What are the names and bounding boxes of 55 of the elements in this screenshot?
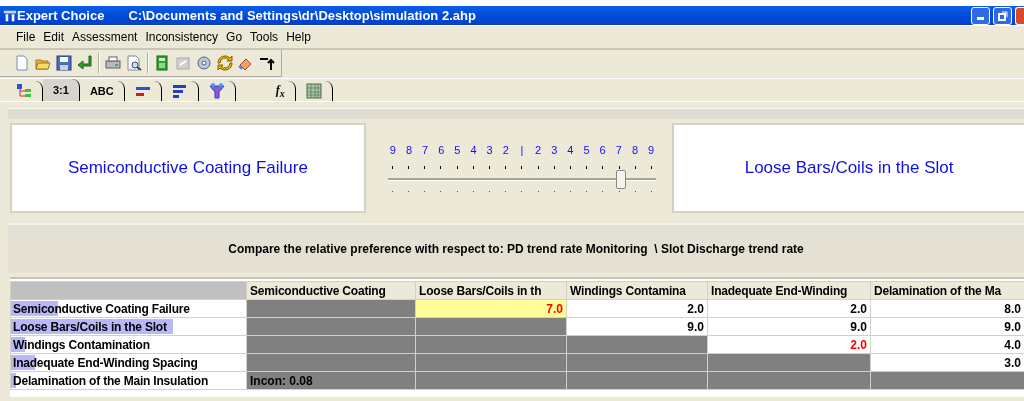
column-header: Delamination of the Ma xyxy=(870,281,1024,300)
column-header: Semiconductive Coating xyxy=(246,281,416,300)
menu-item[interactable]: Tools xyxy=(246,30,283,44)
menu-item[interactable]: Go xyxy=(222,30,247,44)
print-preview-icon[interactable] xyxy=(126,55,142,71)
menu-item[interactable]: Edit xyxy=(39,30,69,44)
right-criterion: Loose Bars/Coils in the Slot xyxy=(672,123,1024,213)
column-header: Loose Bars/Coils in th xyxy=(415,281,567,300)
scale-label: 4 xyxy=(566,144,575,156)
comparison-question: Compare the relative preference with respect to: PD trend rate Monitoring \ Slot Discharge trend rate xyxy=(228,242,804,256)
printer-icon[interactable] xyxy=(105,55,121,71)
tab[interactable]: f$_{x}$ xyxy=(265,81,296,101)
grid-icon xyxy=(305,83,322,99)
scale-label: 8 xyxy=(404,144,414,156)
app-icon[interactable] xyxy=(3,8,17,23)
scale-label: 4 xyxy=(469,144,478,156)
slider-thumb[interactable] xyxy=(616,170,627,189)
scale-label: 6 xyxy=(437,144,446,156)
close-button[interactable] xyxy=(1015,6,1024,25)
column-header: Windings Contamina xyxy=(566,281,708,300)
restore-button[interactable] xyxy=(993,6,1012,25)
restore-icon xyxy=(997,10,1008,21)
scale-label: 7 xyxy=(421,144,430,156)
menu-item[interactable]: Inconsistency xyxy=(141,30,223,44)
scale-label: 3 xyxy=(485,144,494,156)
scale-label: 2 xyxy=(501,144,510,156)
menu-item[interactable]: Help xyxy=(282,30,315,44)
scale-label: 9 xyxy=(388,144,397,156)
scale-label: 3 xyxy=(550,144,559,156)
scale-label: 6 xyxy=(598,144,607,156)
menu-item[interactable]: File xyxy=(12,30,40,44)
bar-chart-icon xyxy=(171,83,188,99)
enter-arrow-icon[interactable] xyxy=(77,55,93,71)
arrow-icon[interactable] xyxy=(259,55,275,71)
file-path: C:\Documents and Settings\dr\Desktop\simulation 2.ahp xyxy=(128,8,476,23)
app-title: Expert Choice xyxy=(17,8,105,23)
scale-label: 9 xyxy=(647,144,656,156)
scale-label: | xyxy=(519,144,525,156)
funnel-icon xyxy=(208,83,225,99)
save-icon[interactable] xyxy=(56,55,72,71)
minimize-button[interactable] xyxy=(971,6,990,25)
scale-label: 5 xyxy=(582,144,591,156)
menu-item[interactable]: Assessment xyxy=(68,30,142,44)
scale-label: 5 xyxy=(453,144,462,156)
scale-label: 2 xyxy=(534,144,543,156)
refresh-icon[interactable] xyxy=(217,55,233,71)
left-criterion: Semiconductive Coating Failure xyxy=(10,123,366,213)
scale-label: 8 xyxy=(630,144,639,156)
hierarchy-icon xyxy=(16,83,32,99)
new-document-icon[interactable] xyxy=(14,55,30,71)
tab[interactable]: 3:1 xyxy=(43,79,80,101)
scale-label: 7 xyxy=(614,144,623,156)
column-header: Inadequate End-Winding xyxy=(707,281,871,300)
calculator-icon[interactable] xyxy=(154,55,170,71)
tab[interactable]: ABC xyxy=(79,81,125,101)
